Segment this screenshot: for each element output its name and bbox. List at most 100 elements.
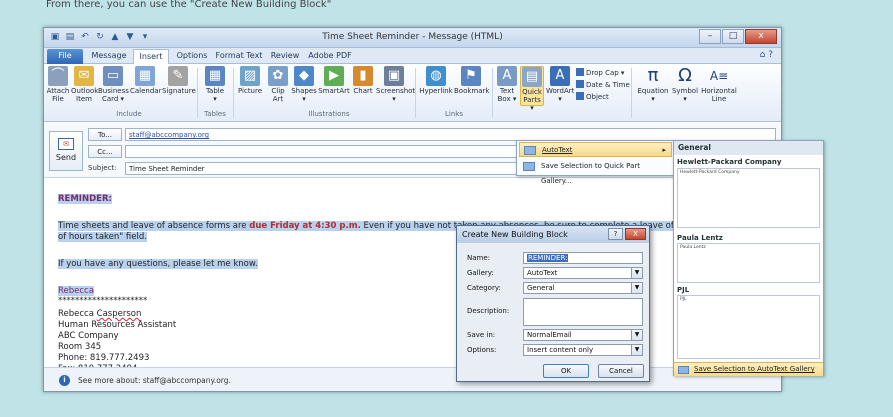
signature-company: ABC Company [58, 331, 119, 341]
gallery-entry-name: PJL [677, 286, 690, 294]
group-separator [233, 68, 234, 118]
description-input[interactable] [523, 298, 643, 326]
table-button[interactable]: ▦ Table ▾ [201, 66, 229, 106]
tab-adobe-pdf[interactable]: Adobe PDF [306, 49, 354, 64]
minimize-button[interactable]: – [699, 29, 721, 44]
tab-file[interactable]: File [47, 49, 83, 64]
chart-icon: ▮ [353, 66, 373, 86]
picture-icon: ▨ [240, 66, 260, 86]
date-time-button[interactable]: Date & Time [576, 80, 630, 89]
group-separator [631, 68, 632, 118]
outlook-item-button[interactable]: ✉ Outlook Item [71, 66, 98, 106]
group-illustrations-label: Illustrations [308, 110, 350, 118]
object-button[interactable]: Object [576, 92, 609, 101]
save-in-select[interactable]: NormalEmail ▼ [523, 329, 643, 341]
name-input[interactable]: REMINDER: [523, 252, 643, 264]
horizontal-line-button[interactable]: A≡ Horizontal Line [700, 66, 738, 106]
cc-button[interactable]: Cc... [88, 145, 122, 158]
calendar-icon: ▦ [135, 66, 155, 86]
cancel-button[interactable]: Cancel [598, 364, 644, 378]
send-button[interactable]: ✉ Send [49, 131, 83, 171]
create-new-building-block-dialog: Create New Building Block ? X Name: REMI… [456, 225, 650, 382]
body-line-2: of hours taken" field. [58, 232, 147, 242]
window-controls: – □ x [699, 29, 777, 44]
window-title: Time Sheet Reminder - Message (HTML) [322, 32, 503, 42]
business-card-button[interactable]: ▭ Business Card ▾ [98, 66, 129, 106]
signature-title: Human Resources Assistant [58, 320, 177, 330]
dialog-help-button[interactable]: ? [608, 228, 623, 240]
ok-button[interactable]: OK [543, 364, 589, 378]
to-button[interactable]: To... [88, 128, 122, 141]
bookmark-icon: ⚑ [461, 66, 481, 86]
tab-insert[interactable]: Insert [133, 49, 169, 64]
message-body[interactable]: REMINDER: Time sheets and leave of absen… [44, 178, 781, 374]
help-icon[interactable]: ⌂ ? [760, 50, 773, 60]
wordart-button[interactable]: A WordArt ▾ [546, 66, 574, 106]
table-icon: ▦ [205, 66, 225, 86]
drop-cap-button[interactable]: Drop Cap ▾ [576, 68, 624, 77]
text-box-button[interactable]: A Text Box ▾ [496, 66, 518, 106]
group-tables-label: Tables [204, 110, 226, 118]
equation-button[interactable]: π Equation ▾ [636, 66, 670, 106]
category-label: Category: [467, 284, 501, 292]
tutorial-caption: From there, you can use the "Create New … [46, 0, 332, 10]
body-due-date: due Friday at 4:30 p.m. [249, 221, 361, 231]
save-to-autotext-gallery-item[interactable]: Save Selection to AutoText Gallery [674, 362, 823, 376]
people-pane-bar[interactable]: i See more about: staff@abccompany.org. [44, 367, 781, 391]
gallery-category-header: General [674, 141, 823, 155]
tab-message[interactable]: Message [88, 49, 130, 64]
tab-options[interactable]: Options [172, 49, 212, 64]
to-recipient[interactable]: staff@abccompany.org [129, 131, 209, 139]
signature-name-last: Casperson [96, 309, 142, 319]
autotext-gallery: General Hewlett-Packard Company Hewlett-… [673, 140, 824, 376]
object-icon [576, 92, 584, 100]
symbol-button[interactable]: Ω Symbol ▾ [671, 66, 699, 106]
business-card-icon: ▭ [103, 66, 123, 86]
gallery-entry-name: Hewlett-Packard Company [677, 158, 782, 166]
bookmark-button[interactable]: ⚑ Bookmark [454, 66, 489, 106]
close-window-button[interactable]: x [745, 29, 777, 44]
tab-format-text[interactable]: Format Text [214, 49, 264, 64]
signature-phone: Phone: 819.777.2493 [58, 353, 150, 363]
shapes-button[interactable]: ◆ Shapes ▾ [291, 66, 317, 106]
envelope-icon: ✉ [74, 66, 94, 86]
subject-label: Subject: [88, 164, 117, 172]
screenshot-button[interactable]: ▣ Screenshot ▾ [376, 66, 415, 106]
hyperlink-button[interactable]: ◍ Hyperlink [419, 66, 453, 106]
options-label: Options: [467, 346, 497, 354]
tab-review[interactable]: Review [266, 49, 304, 64]
picture-button[interactable]: ▨ Picture [236, 66, 264, 106]
attach-file-button[interactable]: ⌒ Attach File [46, 66, 70, 106]
screenshot-icon: ▣ [384, 66, 404, 86]
smartart-button[interactable]: ▶ SmartArt [318, 66, 350, 106]
people-pane-text: See more about: staff@abccompany.org. [78, 376, 231, 385]
chart-button[interactable]: ▮ Chart [351, 66, 375, 106]
menu-item-save-to-quick-part-gallery[interactable]: Save Selection to Quick Part Gallery... [519, 159, 672, 185]
shapes-icon: ◆ [294, 66, 314, 86]
save-in-label: Save in: [467, 331, 496, 339]
wordart-icon: A [550, 66, 570, 86]
dropdown-arrow-icon: ▼ [631, 345, 642, 355]
outlook-message-window: ▣ ▤ ↶ ↻ ▲ ▼ ▾ Time Sheet Reminder - Mess… [43, 27, 782, 392]
signature-button[interactable]: ✎ Signature [162, 66, 196, 106]
autotext-icon [524, 146, 536, 155]
maximize-button[interactable]: □ [722, 29, 744, 44]
body-line-3: If you have any questions, please let me… [58, 259, 258, 269]
submenu-arrow-icon: ▸ [662, 146, 666, 154]
body-line-1a: Time sheets and leave of absence forms a… [58, 221, 250, 231]
signature-first-name: Rebecca [58, 286, 94, 296]
dialog-close-button[interactable]: X [625, 228, 646, 240]
calendar-button[interactable]: ▦ Calendar [130, 66, 161, 106]
gallery-entry-paula-lentz[interactable]: Paula Lentz [677, 243, 820, 283]
dropdown-arrow-icon: ▼ [631, 268, 642, 278]
menu-item-autotext[interactable]: AutoText ▸ [519, 142, 672, 157]
gallery-entry-pjl[interactable]: PJL [677, 295, 820, 359]
clip-art-button[interactable]: ✿ Clip Art [266, 66, 290, 106]
gallery-entry-hp[interactable]: Hewlett-Packard Company [677, 168, 820, 228]
body-reminder: REMINDER: [58, 194, 112, 204]
category-select[interactable]: General ▼ [523, 282, 643, 294]
group-separator [197, 68, 198, 118]
options-select[interactable]: Insert content only ▼ [523, 344, 643, 356]
quick-parts-button[interactable]: ▤ Quick Parts ▾ [520, 66, 544, 112]
gallery-select[interactable]: AutoText ▼ [523, 267, 643, 279]
